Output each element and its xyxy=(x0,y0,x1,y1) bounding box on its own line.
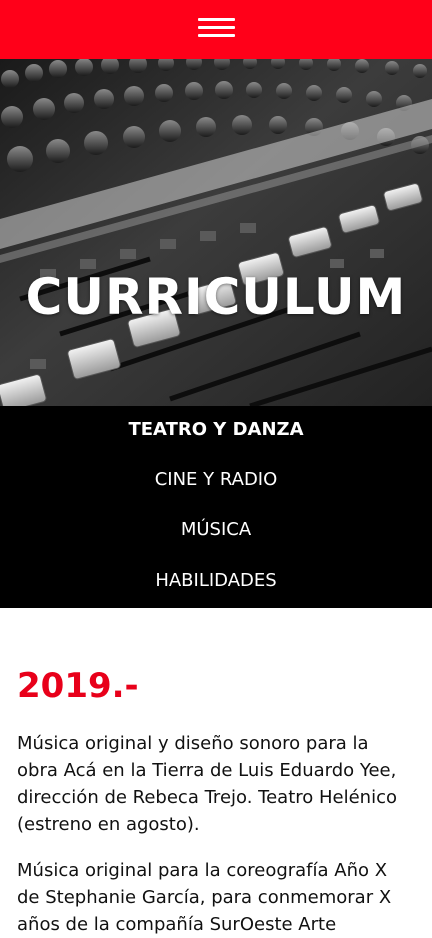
hamburger-menu-icon[interactable] xyxy=(198,17,235,39)
page-title: CURRICULUM xyxy=(25,267,407,326)
year-heading: 2019.- xyxy=(17,666,139,706)
curriculum-content: 2019.- Música original y diseño sonoro p… xyxy=(17,658,415,938)
nav-item-teatro-y-danza[interactable]: TEATRO Y DANZA xyxy=(0,416,432,444)
menu-bar-line xyxy=(198,18,235,21)
menu-bar-line xyxy=(198,26,235,29)
nav-item-musica[interactable]: MÚSICA xyxy=(0,516,432,544)
nav-item-habilidades[interactable]: HABILIDADES xyxy=(0,567,432,595)
nav-item-cine-y-radio[interactable]: CINE Y RADIO xyxy=(0,466,432,494)
top-header xyxy=(0,0,432,59)
entry-paragraph: Música original para la coreografía Año … xyxy=(17,860,392,935)
menu-bar-line xyxy=(198,34,235,37)
curriculum-section-nav: TEATRO Y DANZA CINE Y RADIO MÚSICA HABIL… xyxy=(0,406,432,608)
hero-banner: CURRICULUM xyxy=(0,59,432,406)
mixing-console-image xyxy=(0,59,432,406)
entry-paragraph: Música original y diseño sonoro para la … xyxy=(17,733,397,835)
